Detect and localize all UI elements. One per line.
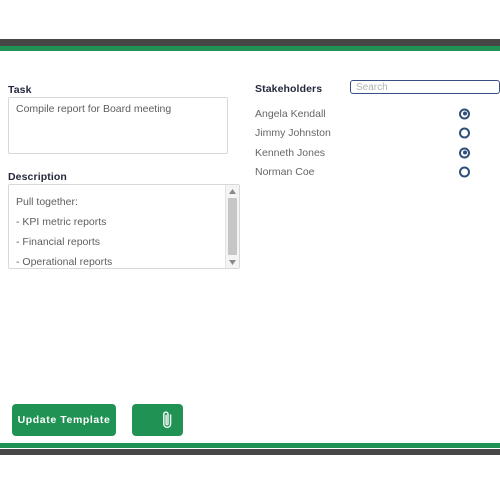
stakeholder-name: Angela Kendall xyxy=(255,107,326,120)
stakeholder-name: Norman Coe xyxy=(255,166,315,179)
list-item[interactable]: Kenneth Jones xyxy=(255,143,470,163)
stakeholders-label: Stakeholders xyxy=(255,83,323,95)
stakeholder-radio-selected[interactable] xyxy=(459,108,470,120)
triangle-up-icon[interactable] xyxy=(226,185,239,197)
list-item[interactable]: Jimmy Johnston xyxy=(255,124,470,144)
stakeholder-radio[interactable] xyxy=(459,166,470,178)
stakeholder-name: Jimmy Johnston xyxy=(255,127,331,140)
task-template-window: Task Compile report for Board meeting De… xyxy=(0,0,500,500)
task-label: Task xyxy=(8,84,32,96)
list-item[interactable]: Angela Kendall xyxy=(255,104,470,124)
paperclip-icon xyxy=(161,410,174,430)
task-input[interactable]: Compile report for Board meeting xyxy=(8,97,228,154)
triangle-down-icon[interactable] xyxy=(226,256,239,268)
bottom-green-rule xyxy=(0,443,500,448)
description-text: Pull together: - KPI metric reports - Fi… xyxy=(9,185,224,268)
attach-file-button[interactable] xyxy=(132,404,183,436)
bottom-dark-rule xyxy=(0,449,500,455)
description-input[interactable]: Pull together: - KPI metric reports - Fi… xyxy=(8,184,240,269)
update-template-button[interactable]: Update Template xyxy=(12,404,116,436)
search-input[interactable] xyxy=(350,80,500,94)
description-line: Pull together: xyxy=(16,196,78,208)
scrollbar-thumb[interactable] xyxy=(228,198,237,255)
description-scrollbar[interactable] xyxy=(225,185,239,268)
form-panel: Task Compile report for Board meeting De… xyxy=(0,51,500,443)
task-value: Compile report for Board meeting xyxy=(16,103,172,115)
description-line: - KPI metric reports xyxy=(16,216,107,228)
description-line: - Financial reports xyxy=(16,236,101,248)
stakeholder-radio-selected[interactable] xyxy=(459,147,470,159)
list-item[interactable]: Norman Coe xyxy=(255,163,470,183)
description-line: - Operational reports xyxy=(16,256,113,268)
stakeholders-list: Angela Kendall Jimmy Johnston Kenneth Jo… xyxy=(255,104,470,182)
stakeholder-name: Kenneth Jones xyxy=(255,146,326,159)
description-label: Description xyxy=(8,171,67,183)
stakeholder-radio[interactable] xyxy=(459,127,470,139)
